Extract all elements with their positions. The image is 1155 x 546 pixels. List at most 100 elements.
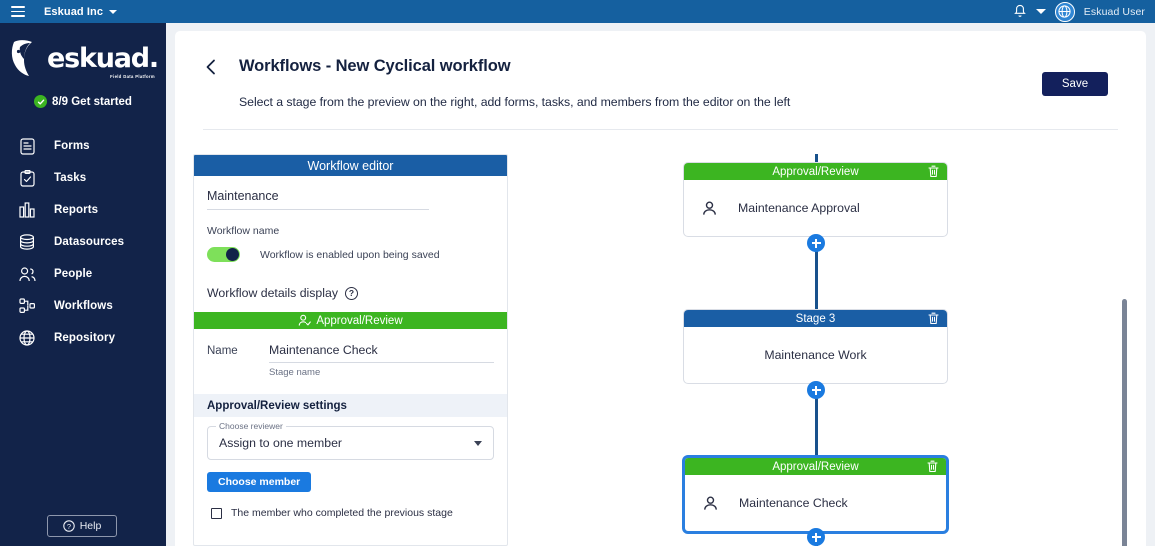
add-stage-button[interactable] (807, 381, 825, 399)
sidebar-item-label: Datasources (54, 236, 124, 248)
workflow-enabled-label: Workflow is enabled upon being saved (260, 249, 440, 261)
trash-icon[interactable] (928, 312, 939, 325)
workflow-name-input[interactable] (207, 186, 429, 210)
sidebar-item-label: People (54, 268, 92, 280)
choose-reviewer-field: Choose reviewer Assign to one member (207, 426, 494, 460)
page-header: Workflows - New Cyclical workflow Select… (175, 31, 1146, 109)
sidebar-item-label: Workflows (54, 300, 113, 312)
stage-type-label: Approval/Review (316, 315, 402, 327)
workflow-node-header: Approval/Review (684, 163, 947, 180)
workflow-node-text: Maintenance Approval (738, 201, 860, 215)
previous-stage-member-checkbox[interactable] (211, 508, 222, 519)
workflow-details-display-row[interactable]: Workflow details display ? (207, 286, 494, 300)
choose-reviewer-legend: Choose reviewer (216, 421, 286, 431)
title-row: Workflows - New Cyclical workflow (203, 57, 1118, 76)
workflow-node-text: Maintenance Check (739, 496, 848, 510)
sidebar-item-label: Tasks (54, 172, 86, 184)
choose-reviewer-select[interactable]: Assign to one member (207, 426, 494, 460)
workflow-node[interactable]: Stage 3 Maintenance Work (683, 309, 948, 384)
chevron-down-icon[interactable] (109, 10, 117, 14)
sidebar-item-tasks[interactable]: Tasks (0, 162, 166, 194)
workflow-enabled-toggle[interactable] (207, 247, 240, 262)
form-document-icon (18, 137, 36, 155)
workflow-node[interactable]: Approval/Review Maintenance Check (683, 456, 948, 533)
previous-stage-member-label: The member who completed the previous st… (231, 507, 453, 519)
person-icon (702, 201, 717, 216)
stage-name-row: Name Maintenance Check Stage name (194, 329, 507, 378)
account-chevron-down-icon[interactable] (1036, 9, 1046, 14)
stage-name-hint: Stage name (269, 367, 494, 378)
org-name-label[interactable]: Eskuad Inc (44, 6, 103, 18)
workflow-node-body: Maintenance Work (684, 327, 947, 383)
trash-icon[interactable] (928, 165, 939, 178)
svg-text:?: ? (67, 522, 71, 531)
workflow-node-header: Stage 3 (684, 310, 947, 327)
user-name-label[interactable]: Eskuad User (1084, 6, 1145, 18)
main-content: Workflows - New Cyclical workflow Select… (175, 31, 1146, 546)
approval-settings-header: Approval/Review settings (194, 394, 507, 417)
workflow-editor-header: Workflow editor (194, 155, 507, 176)
sidebar: eskuad. Field Data Platform 8/9 Get star… (0, 23, 166, 546)
add-stage-button[interactable] (807, 234, 825, 252)
workflow-name-label: Workflow name (207, 225, 494, 237)
globe-icon (18, 329, 36, 347)
hamburger-menu-icon[interactable] (11, 6, 25, 17)
check-circle-icon (34, 95, 47, 108)
top-bar: Eskuad Inc Eskuad User (0, 0, 1155, 23)
workflow-node-body: Maintenance Approval (684, 180, 947, 236)
bar-chart-icon (18, 201, 36, 219)
clipboard-check-icon (18, 169, 36, 187)
sidebar-nav: Forms Tasks Reports (0, 130, 166, 354)
workflow-editor-body: Workflow name Workflow is enabled upon b… (194, 176, 507, 300)
help-label: Help (80, 520, 102, 532)
stage-name-field[interactable]: Maintenance Check Stage name (269, 343, 494, 378)
question-circle-icon: ? (63, 520, 75, 532)
sidebar-item-reports[interactable]: Reports (0, 194, 166, 226)
workflow-nodes-icon (18, 297, 36, 315)
sidebar-item-people[interactable]: People (0, 258, 166, 290)
sidebar-item-repository[interactable]: Repository (0, 322, 166, 354)
sidebar-item-label: Forms (54, 140, 90, 152)
caret-down-icon (474, 441, 482, 446)
chevron-left-icon[interactable] (203, 59, 219, 75)
trash-icon[interactable] (927, 460, 938, 473)
person-icon (703, 496, 718, 511)
workflow-enabled-row: Workflow is enabled upon being saved (207, 247, 494, 262)
people-icon (18, 265, 36, 283)
choose-member-button[interactable]: Choose member (207, 472, 311, 492)
workflow-node-type: Approval/Review (772, 166, 858, 178)
dog-head-logo-icon (8, 38, 46, 78)
workflow-node[interactable]: Approval/Review Maintenance Approval (683, 162, 948, 237)
bell-icon[interactable] (1013, 4, 1027, 19)
workflow-node-header: Approval/Review (685, 458, 946, 475)
page-subtitle: Select a stage from the preview on the r… (239, 95, 790, 109)
workflow-details-display-label: Workflow details display (207, 286, 338, 300)
workflow-node-type: Stage 3 (796, 313, 836, 325)
scrollbar-thumb[interactable] (1122, 299, 1127, 546)
workflow-node-text: Maintenance Work (764, 348, 866, 362)
question-circle-icon[interactable]: ? (345, 287, 358, 300)
avatar[interactable] (1055, 2, 1075, 22)
sidebar-item-label: Repository (54, 332, 115, 344)
toggle-knob (226, 248, 239, 261)
app-logo[interactable]: eskuad. Field Data Platform (0, 23, 166, 85)
top-bar-right: Eskuad User (1013, 2, 1155, 22)
person-check-icon (298, 314, 311, 327)
sidebar-item-datasources[interactable]: Datasources (0, 226, 166, 258)
sidebar-item-workflows[interactable]: Workflows (0, 290, 166, 322)
get-started-progress[interactable]: 8/9 Get started (0, 95, 166, 108)
subtitle-row: Select a stage from the preview on the r… (203, 95, 1118, 109)
sidebar-item-forms[interactable]: Forms (0, 130, 166, 162)
workflow-node-type: Approval/Review (772, 461, 858, 473)
preview-scrollbar[interactable] (1122, 271, 1128, 546)
workflow-preview: Approval/Review Maintenance Approval (515, 154, 1130, 546)
logo-wordmark: eskuad. (47, 45, 158, 72)
help-button[interactable]: ? Help (47, 515, 117, 537)
page-title: Workflows - New Cyclical workflow (239, 57, 510, 76)
previous-stage-member-checkbox-row[interactable]: The member who completed the previous st… (211, 507, 507, 519)
add-stage-button[interactable] (807, 528, 825, 546)
stage-name-label: Name (207, 343, 269, 378)
save-button[interactable]: Save (1042, 72, 1108, 96)
stage-type-banner: Approval/Review (194, 312, 507, 329)
stage-name-value[interactable]: Maintenance Check (269, 343, 494, 363)
